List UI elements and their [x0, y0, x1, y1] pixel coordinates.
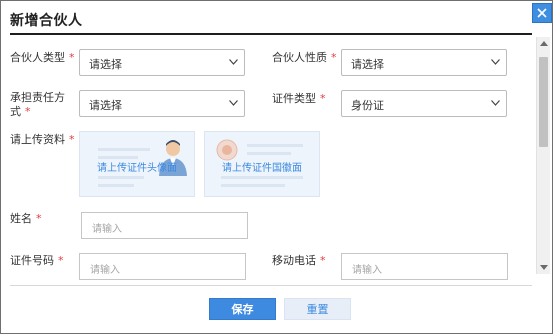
chevron-down-icon: [491, 59, 500, 65]
id-type-label-text: 证件类型: [272, 92, 316, 105]
liability-label-line2: 式: [10, 105, 21, 118]
partner-nature-label: 合伙人性质 *: [272, 51, 337, 65]
mobile-label-text: 移动电话: [272, 254, 316, 267]
reset-button[interactable]: 重置: [284, 298, 351, 320]
chevron-down-icon: [491, 100, 500, 106]
upload-back-caption: 请上传证件国徽面: [222, 163, 302, 174]
close-button[interactable]: [532, 3, 552, 23]
required-mark: *: [320, 92, 326, 105]
upload-front-caption: 请上传证件头像面: [97, 163, 177, 174]
partner-type-label: 合伙人类型 *: [10, 51, 75, 65]
close-icon: [537, 8, 547, 18]
partner-type-value: 请选择: [89, 58, 122, 71]
chevron-down-icon: [229, 59, 238, 65]
required-mark: *: [25, 105, 31, 118]
required-mark: *: [69, 51, 75, 64]
title-divider: [10, 33, 532, 35]
required-mark: *: [331, 51, 337, 64]
footer-divider: [10, 285, 532, 286]
partner-nature-label-text: 合伙人性质: [272, 51, 327, 64]
upload-id-front[interactable]: 请上传证件头像面: [79, 131, 195, 197]
id-number-input[interactable]: 请输入: [79, 253, 246, 280]
name-placeholder: 请输入: [92, 224, 122, 235]
required-mark: *: [58, 254, 64, 267]
id-number-label: 证件号码 *: [10, 254, 64, 268]
required-mark: *: [69, 133, 75, 146]
partner-nature-select[interactable]: 请选择: [341, 49, 507, 76]
id-type-value: 身份证: [351, 99, 384, 112]
liability-label: 承担责任方 式 *: [10, 91, 65, 119]
liability-label-line1: 承担责任方: [10, 91, 65, 104]
mobile-input[interactable]: 请输入: [341, 253, 508, 280]
name-label: 姓名 *: [10, 212, 42, 226]
id-number-placeholder: 请输入: [90, 265, 120, 276]
mobile-label: 移动电话 *: [272, 254, 326, 268]
name-label-text: 姓名: [10, 212, 32, 225]
scrollbar-thumb[interactable]: [539, 57, 548, 147]
required-mark: *: [320, 254, 326, 267]
id-number-label-text: 证件号码: [10, 254, 54, 267]
save-button[interactable]: 保存: [209, 298, 276, 320]
mobile-placeholder: 请输入: [352, 265, 382, 276]
vertical-scrollbar[interactable]: [536, 37, 550, 274]
name-input[interactable]: 请输入: [81, 212, 248, 239]
liability-select[interactable]: 请选择: [79, 90, 245, 117]
partner-type-select[interactable]: 请选择: [79, 49, 245, 76]
form-body: 合伙人类型 * 请选择 合伙人性质 * 请选择 承担责任方 式 * 请选择 证件类型 *…: [2, 37, 551, 284]
upload-label: 请上传资料 *: [10, 133, 75, 147]
id-type-label: 证件类型 *: [272, 92, 326, 106]
chevron-down-icon: [229, 100, 238, 106]
required-mark: *: [36, 212, 42, 225]
upload-label-text: 请上传资料: [10, 133, 65, 146]
upload-id-back[interactable]: 请上传证件国徽面: [204, 131, 320, 197]
partner-type-label-text: 合伙人类型: [10, 51, 65, 64]
liability-value: 请选择: [89, 99, 122, 112]
add-partner-dialog: 新增合伙人 合伙人类型 * 请选择 合伙人性质 * 请选择 承担责任方 式 * 请选择: [0, 0, 553, 334]
id-type-select[interactable]: 身份证: [341, 90, 507, 117]
dialog-title: 新增合伙人: [10, 13, 83, 29]
partner-nature-value: 请选择: [351, 58, 384, 71]
scroll-up-arrow-icon[interactable]: [540, 41, 548, 46]
scroll-down-arrow-icon[interactable]: [540, 265, 548, 270]
